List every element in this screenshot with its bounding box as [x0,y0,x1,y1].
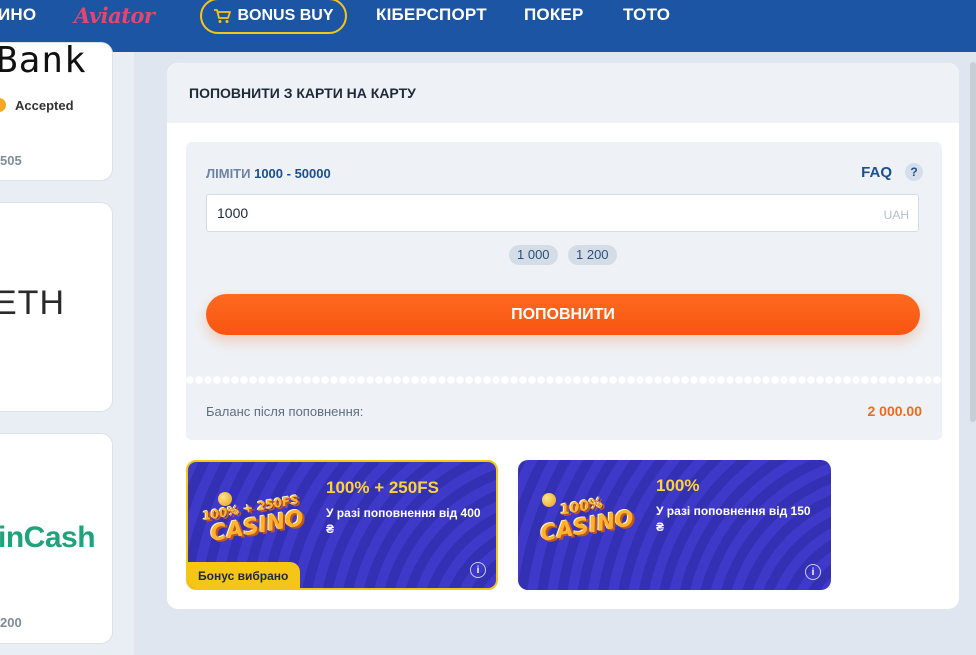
top-nav: ИНО Aviator BONUS BUY КІБЕРСПОРТ ПОКЕР Т… [0,0,976,52]
limits-label: ЛІМІТИ 1000 - 50000 [206,166,331,181]
bonus-card[interactable]: 100% CASINO 100% У разі поповнення від 1… [518,460,831,590]
faq-link[interactable]: FAQ [861,164,892,181]
info-icon[interactable]: i [470,562,486,578]
eth-logo: ETH [0,284,65,322]
amount-chip[interactable]: 1 200 [568,245,617,265]
payment-method-number: 200 [0,615,22,630]
nav-poker[interactable]: ПОКЕР [524,0,584,30]
amount-chip[interactable]: 1 000 [509,245,558,265]
status-badge: Accepted [15,98,74,113]
bonus-description: У разі поповнення від 400 ₴ [326,506,481,536]
nav-bonus-buy-button[interactable]: BONUS BUY [200,0,347,34]
nav-toto[interactable]: ТОТО [623,0,670,30]
nav-casino[interactable]: ИНО [0,0,36,30]
incash-logo: inCash [0,521,96,554]
bonus-buy-label: BONUS BUY [237,7,334,24]
limits-value: 1000 - 50000 [254,166,331,181]
bonus-description: У разі поповнення від 150 ₴ [656,504,811,534]
casino-logo: CASINO [538,506,636,548]
deposit-button[interactable]: ПОПОВНИТИ [206,294,920,335]
nav-esports[interactable]: КІБЕРСПОРТ [376,0,487,30]
bank-logo: Bank [0,40,87,81]
balance-value: 2 000.00 [867,403,923,419]
bonus-title: 100% [656,476,700,495]
info-icon[interactable]: i [805,564,821,580]
deposit-form: ЛІМІТИ 1000 - 50000 FAQ ? UAH 1 000 1 20… [186,142,942,440]
balance-label: Баланс після поповнення: [206,404,364,419]
coin-icon [542,493,556,507]
help-icon[interactable]: ? [905,163,923,181]
nav-aviator[interactable]: Aviator [74,3,155,28]
bonus-title: 100% + 250FS [326,478,439,497]
bonus-selected-badge: Бонус вибрано [188,562,301,588]
cart-icon [214,9,232,23]
currency-label: UAH [883,208,909,222]
payment-method-number: 505 [0,153,22,168]
deposit-panel: ПОПОВНИТИ З КАРТИ НА КАРТУ ЛІМІТИ 1000 -… [166,62,960,610]
perforation-divider [186,376,942,384]
scrollbar[interactable] [970,62,976,422]
panel-title: ПОПОВНИТИ З КАРТИ НА КАРТУ [167,63,959,123]
payment-methods-column [0,42,134,655]
limits-label-text: ЛІМІТИ [206,166,251,181]
amount-input[interactable] [206,194,919,232]
bonus-card-selected[interactable]: 100% + 250FS CASINO 100% + 250FS У разі … [186,460,498,590]
